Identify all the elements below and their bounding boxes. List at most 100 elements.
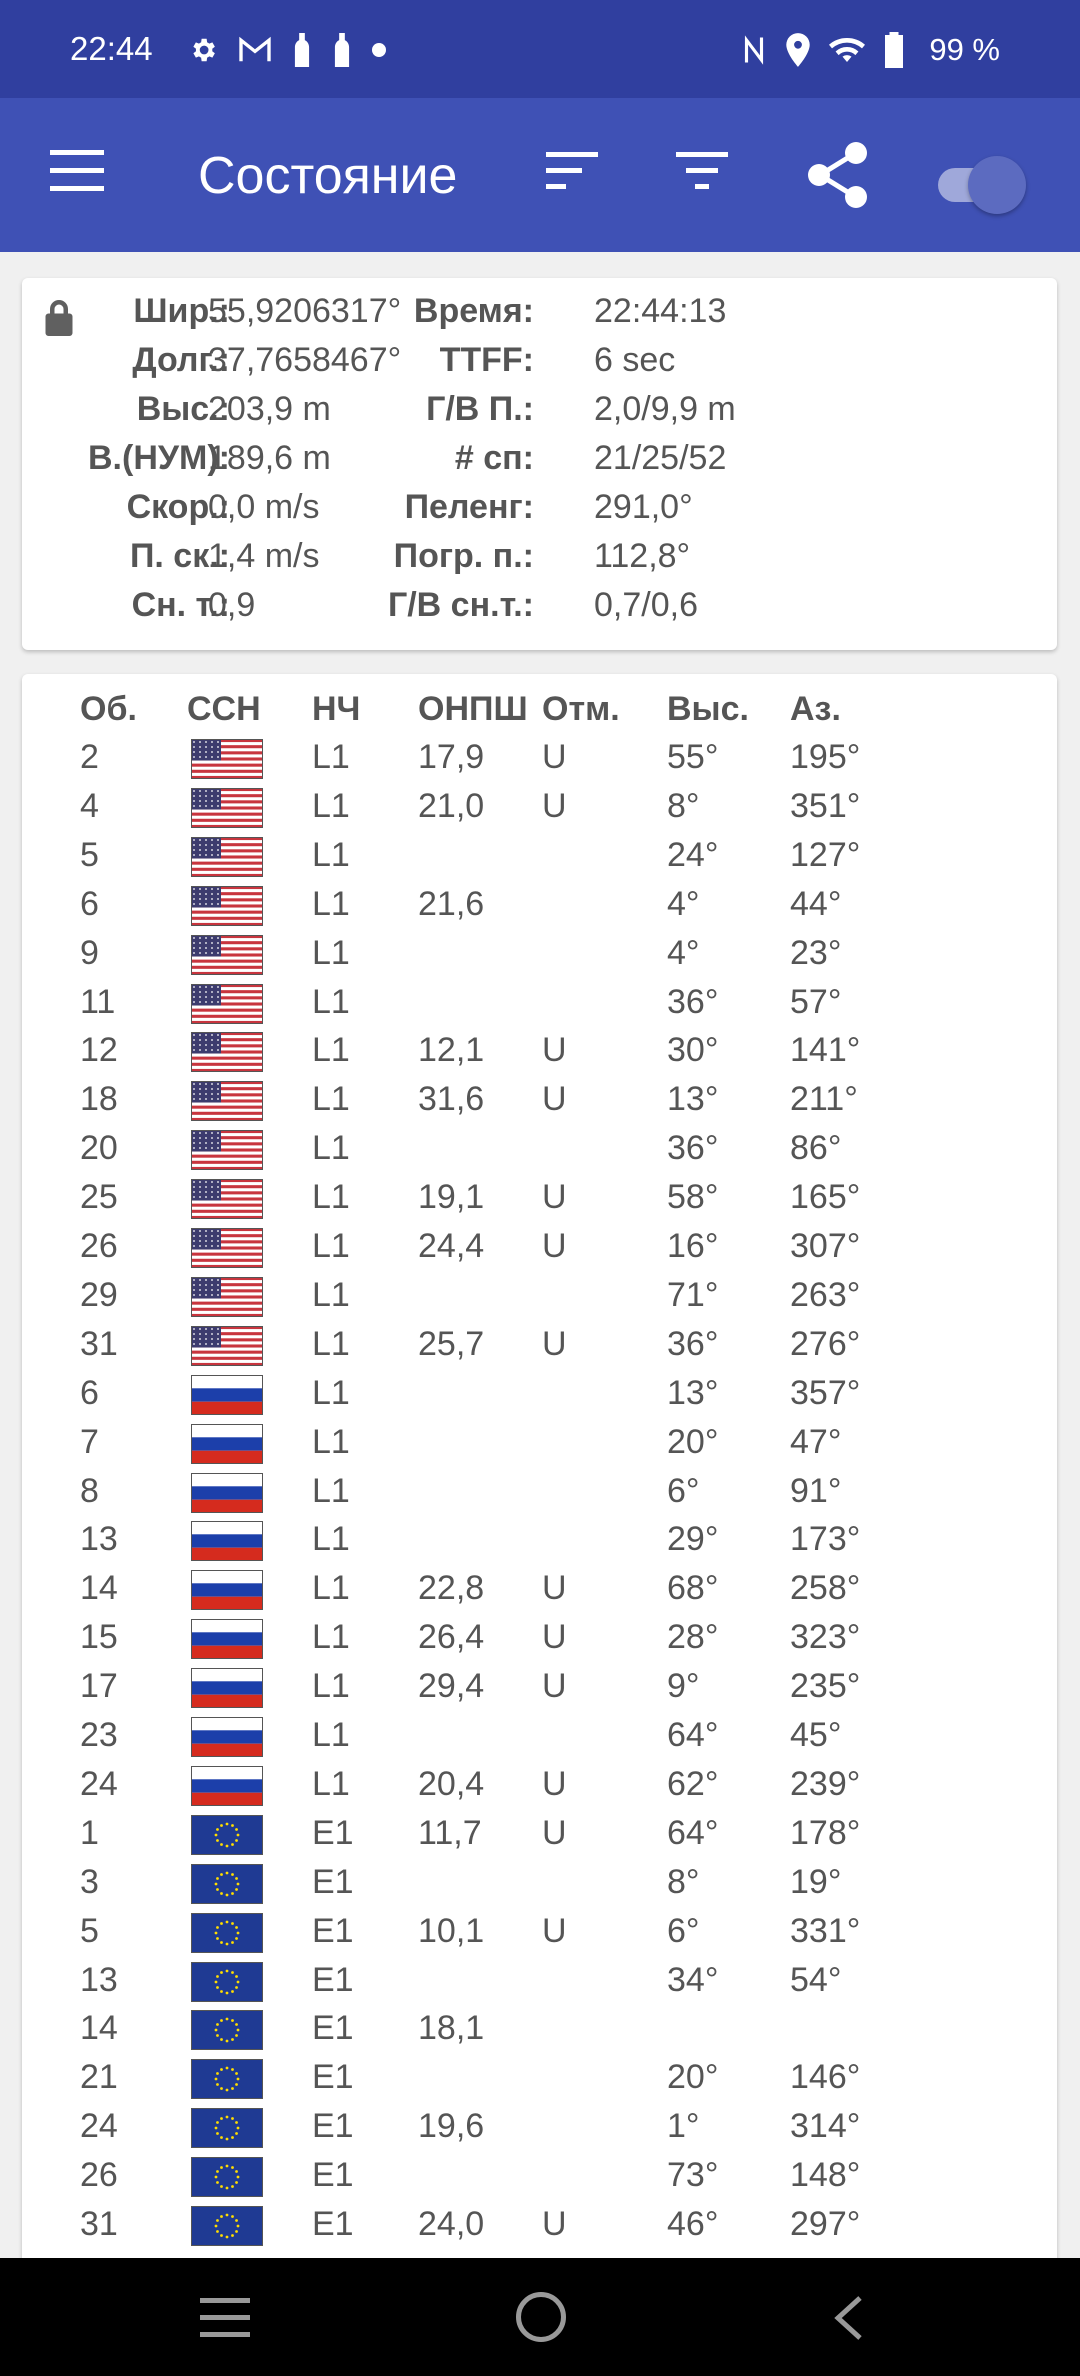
eu-flag-icon	[191, 1961, 263, 2002]
info-value: 6 sec	[594, 341, 676, 379]
cell-elevation: 24°	[667, 835, 719, 874]
filter-icon[interactable]	[676, 152, 730, 192]
usa-flag-icon	[191, 885, 263, 926]
cell-azimuth: 263°	[790, 1275, 861, 1314]
page-title: Состояние	[198, 147, 458, 205]
cell-frequency: L1	[312, 1520, 350, 1559]
info-label: Г/В сн.т.:	[387, 586, 534, 624]
cell-cn0: 17,9	[418, 738, 485, 776]
cell-frequency: E1	[312, 2205, 354, 2243]
usa-flag-icon	[191, 1276, 263, 1317]
cell-sat-id: 7	[80, 1422, 99, 1461]
info-value: 203,9 m	[208, 390, 331, 428]
cell-elevation: 62°	[667, 1764, 719, 1803]
toggle-thumb	[968, 156, 1026, 214]
cell-elevation: 58°	[667, 1178, 719, 1217]
info-label: Время:	[413, 292, 534, 330]
column-header-flags[interactable]: Отм.	[542, 690, 620, 729]
cell-cn0: 20,4	[418, 1764, 485, 1803]
cell-elevation: 4°	[667, 884, 700, 923]
cell-frequency: L1	[312, 1031, 350, 1070]
bottle-icon	[294, 33, 310, 67]
cell-frequency: L1	[312, 1324, 350, 1363]
eu-flag-icon	[191, 2010, 263, 2051]
cell-azimuth: 258°	[790, 1569, 861, 1608]
cell-sat-id: 12	[80, 1031, 118, 1070]
info-label: Пеленг:	[404, 488, 534, 526]
cell-flags: U	[542, 1178, 567, 1217]
cell-elevation: 64°	[667, 1716, 719, 1754]
back-icon[interactable]	[830, 2294, 866, 2342]
cell-azimuth: 323°	[790, 1618, 861, 1657]
cell-frequency: L1	[312, 738, 350, 776]
cell-azimuth: 127°	[790, 835, 861, 874]
battery-percent: 99 %	[929, 32, 1000, 67]
gear-icon	[193, 38, 215, 62]
wifi-icon	[829, 37, 866, 62]
share-icon[interactable]	[806, 142, 870, 208]
info-label: Г/В П.:	[426, 390, 534, 428]
toggle-switch[interactable]	[938, 156, 1026, 214]
cell-sat-id: 15	[80, 1618, 118, 1657]
info-value: 112,8°	[594, 537, 691, 575]
cell-sat-id: 18	[80, 1080, 118, 1119]
cell-sat-id: 14	[80, 1569, 118, 1608]
cell-frequency: L1	[312, 1373, 350, 1412]
column-header-azimuth[interactable]: Аз.	[790, 690, 841, 729]
eu-flag-icon	[191, 1863, 263, 1904]
cell-elevation: 20°	[667, 2058, 719, 2097]
nfc-icon	[745, 35, 764, 65]
column-header-cn0[interactable]: ОНПШ	[418, 690, 528, 729]
cell-elevation: 20°	[667, 1422, 719, 1461]
cell-elevation: 29°	[667, 1520, 719, 1559]
status-bar: 22:44 99 %	[0, 0, 1080, 98]
cell-frequency: E1	[312, 2107, 354, 2146]
cell-elevation: 13°	[667, 1373, 719, 1412]
menu-icon[interactable]	[50, 150, 104, 192]
cell-azimuth: 57°	[790, 982, 842, 1021]
eu-flag-icon	[191, 2157, 263, 2198]
cell-sat-id: 31	[80, 1324, 118, 1363]
cell-azimuth: 173°	[790, 1520, 861, 1559]
cell-cn0: 29,4	[418, 1667, 485, 1706]
cell-frequency: E1	[312, 2009, 354, 2048]
info-label: TTFF:	[439, 341, 534, 379]
cell-frequency: L1	[312, 884, 350, 923]
cell-azimuth: 86°	[790, 1129, 842, 1168]
cell-cn0: 31,6	[418, 1080, 485, 1119]
battery-icon	[885, 32, 904, 68]
eu-flag-icon	[191, 1814, 263, 1855]
usa-flag-icon	[191, 1325, 263, 1366]
cell-sat-id: 5	[80, 835, 99, 874]
cell-azimuth: 44°	[790, 884, 842, 923]
cell-azimuth: 23°	[790, 933, 842, 972]
column-header-gnss-flag[interactable]: ССН	[187, 690, 261, 729]
usa-flag-icon	[191, 1179, 263, 1220]
sort-icon[interactable]	[546, 152, 600, 192]
cell-frequency: E1	[312, 1960, 354, 1999]
home-icon[interactable]	[516, 2292, 566, 2342]
cell-cn0: 19,6	[418, 2107, 485, 2146]
cell-azimuth: 235°	[790, 1667, 861, 1706]
cell-sat-id: 8	[80, 1471, 99, 1510]
cell-elevation: 71°	[667, 1275, 719, 1314]
recents-icon[interactable]	[200, 2298, 250, 2338]
column-header-sat-id[interactable]: Об.	[80, 690, 137, 729]
notification-icons	[188, 30, 386, 70]
column-header-elevation[interactable]: Выс.	[667, 690, 749, 729]
cell-flags: U	[542, 1227, 567, 1265]
cell-sat-id: 3	[80, 1862, 99, 1901]
russia-flag-icon	[191, 1619, 263, 1660]
russia-flag-icon	[191, 1374, 263, 1415]
gmail-icon	[239, 36, 271, 62]
cell-frequency: L1	[312, 1422, 350, 1461]
column-header-frequency[interactable]: НЧ	[312, 690, 360, 729]
cell-frequency: E1	[312, 1813, 354, 1852]
cell-elevation: 55°	[667, 738, 719, 776]
cell-sat-id: 23	[80, 1716, 118, 1754]
eu-flag-icon	[191, 2206, 263, 2246]
cell-azimuth: 351°	[790, 786, 861, 825]
cell-azimuth: 195°	[790, 738, 861, 776]
cell-cn0: 24,4	[418, 1227, 485, 1265]
cell-azimuth: 307°	[790, 1227, 861, 1265]
